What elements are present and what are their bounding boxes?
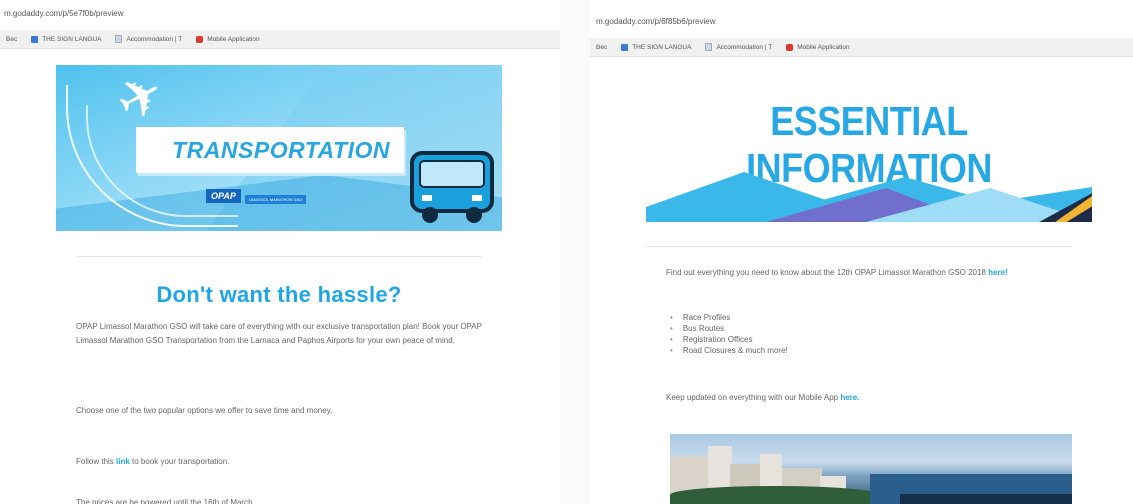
bookmark-app-icon xyxy=(196,35,204,43)
bookmark-blue-icon xyxy=(31,35,39,43)
bookmark-item[interactable]: Bec xyxy=(596,44,607,51)
bookmark-blue-icon xyxy=(621,43,629,51)
list-item: Registration Offices xyxy=(670,334,788,345)
transport-link[interactable]: link xyxy=(116,457,130,466)
body-paragraph: Follow this link to book your transporta… xyxy=(76,457,230,466)
limassol-photo xyxy=(670,434,1072,504)
body-paragraph: Choose one of the two popular options we… xyxy=(76,406,333,415)
app-paragraph: Keep updated on everything with our Mobi… xyxy=(666,393,860,402)
intro-paragraph: Find out everything you need to know abo… xyxy=(666,268,1008,277)
info-list: Race Profiles Bus Routes Registration Of… xyxy=(670,312,788,356)
bookmark-item[interactable]: Accommodation | T xyxy=(115,35,182,43)
bookmark-doc-icon xyxy=(705,43,713,51)
right-browser-window: m.godaddy.com/p/6f85b6/preview Bec THE S… xyxy=(590,0,1133,504)
photo-shore xyxy=(900,494,1072,504)
bookmark-item[interactable]: Mobile Application xyxy=(196,35,260,43)
list-item: Race Profiles xyxy=(670,312,788,323)
list-item: Bus Routes xyxy=(670,323,788,334)
content-divider xyxy=(76,256,482,257)
bookmark-app-icon xyxy=(786,43,794,51)
left-browser-window: m.godaddy.com/p/5e7f0b/preview Bec THE S… xyxy=(0,0,560,504)
logo-tagline: LIMASSOL MARATHON GSO xyxy=(244,195,307,204)
bookmark-item[interactable]: Mobile Application xyxy=(786,43,850,51)
bookmark-doc-icon xyxy=(115,35,123,43)
list-item: Road Closures & much more! xyxy=(670,345,788,356)
body-paragraph: OPAP Limassol Marathon GSO will take car… xyxy=(76,322,482,345)
banner-ribbon: TRANSPORTATION xyxy=(136,127,404,173)
address-bar[interactable]: m.godaddy.com/p/6f85b6/preview xyxy=(596,17,715,26)
banner-logo: OPAP LIMASSOL MARATHON GSO xyxy=(206,187,307,204)
body-paragraph: The prices are be powered until the 16th… xyxy=(76,498,253,504)
bookmark-item[interactable]: THE SIGN LANGUA xyxy=(31,35,101,43)
photo-trees xyxy=(670,486,880,504)
bookmarks-bar: Bec THE SIGN LANGUA Accommodation | T Mo… xyxy=(590,38,1133,57)
banner-title: TRANSPORTATION xyxy=(172,136,390,163)
bookmark-item[interactable]: Accommodation | T xyxy=(705,43,772,51)
headline: Don't want the hassle? xyxy=(156,282,402,307)
address-bar[interactable]: m.godaddy.com/p/5e7f0b/preview xyxy=(4,9,123,18)
mobile-app-link[interactable]: here. xyxy=(840,393,859,402)
banner-graphic xyxy=(646,152,1092,222)
bookmarks-bar: Bec THE SIGN LANGUA Accommodation | T Mo… xyxy=(0,30,560,49)
opap-logo: OPAP xyxy=(206,188,241,203)
window-separator xyxy=(560,0,590,504)
bus-icon xyxy=(410,151,494,223)
bookmark-item[interactable]: Bec xyxy=(6,36,17,43)
transportation-banner: ✈ TRANSPORTATION OPAP LIMASSOL MARATHON … xyxy=(56,65,502,231)
info-link[interactable]: here! xyxy=(988,268,1008,277)
content-divider xyxy=(646,246,1072,247)
bookmark-item[interactable]: THE SIGN LANGUA xyxy=(621,43,691,51)
